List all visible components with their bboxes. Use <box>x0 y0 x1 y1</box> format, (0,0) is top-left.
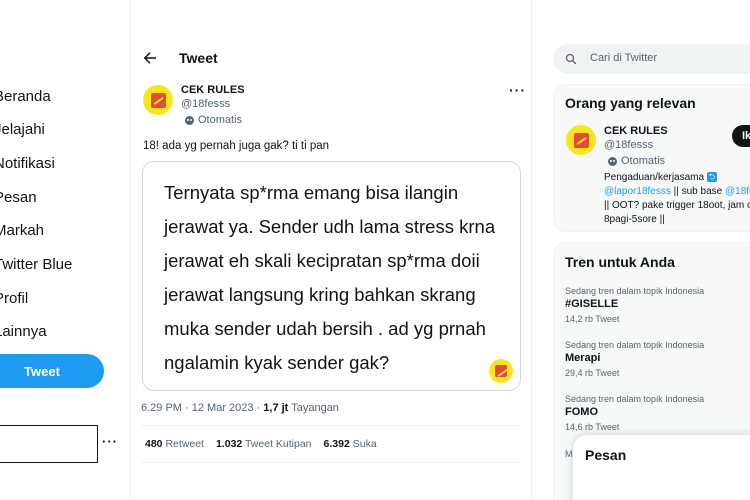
view-count: 1,7 jt <box>263 402 289 414</box>
more-options-icon[interactable]: ··· <box>509 82 526 98</box>
compose-tweet-button[interactable]: Tweet <box>0 354 104 388</box>
tweet-media[interactable]: Ternyata sp*rma emang bisa ilangin jeraw… <box>142 161 521 391</box>
trend-count: 14,6 rb Tweet <box>565 422 620 432</box>
nav-bookmarks[interactable]: Markah <box>0 222 44 239</box>
nav-messages[interactable]: Pesan <box>0 189 37 206</box>
back-arrow-icon[interactable] <box>141 49 159 67</box>
trend-context: Sedang tren dalam topik Indonesia <box>565 340 705 350</box>
automated-label: Otomatis <box>198 114 243 126</box>
author-avatar[interactable] <box>143 85 173 115</box>
search-icon <box>565 53 577 65</box>
trend-context: Sedang tren dalam topik Indonesia <box>565 286 705 296</box>
left-sidebar: Beranda Jelajahi Notifikasi Pesan Markah… <box>0 0 130 500</box>
search-input[interactable]: Cari di Twitter <box>590 52 657 64</box>
trend-count: 29,4 rb Tweet <box>565 368 620 378</box>
page-title: Tweet <box>179 50 218 66</box>
relevant-avatar[interactable] <box>566 125 596 155</box>
tweet-meta: 6.29 PM · 12 Mar 2023 · 1,7 jt Tayangan <box>141 402 339 414</box>
quote-stat[interactable]: 1.032 Tweet Kutipan <box>216 438 312 450</box>
trend-count: 14,2 rb Tweet <box>565 314 620 324</box>
retweet-stat[interactable]: 480 Retweet <box>145 438 204 450</box>
follow-button[interactable]: Ik <box>732 125 750 147</box>
search-box[interactable]: Cari di Twitter <box>553 44 750 74</box>
messages-title: Pesan <box>585 447 627 463</box>
relevant-people-panel: Orang yang relevan CEK RULES @18fesss Ot… <box>553 84 750 232</box>
divider <box>141 425 521 426</box>
media-text: Ternyata sp*rma emang bisa ilangin jeraw… <box>164 182 496 373</box>
relevant-name[interactable]: CEK RULES <box>604 125 668 137</box>
automated-badge: Otomatis <box>185 114 242 126</box>
view-label: Tayangan <box>288 402 339 414</box>
bio-link-lapor[interactable]: @lapor18fesss <box>604 186 671 197</box>
media-watermark-avatar <box>489 359 513 383</box>
messages-drawer[interactable]: Pesan <box>573 435 750 500</box>
nav-more[interactable]: Lainnya <box>0 323 47 340</box>
bot-icon <box>185 115 194 125</box>
trend-name[interactable]: #GISELLE <box>565 298 618 310</box>
relevant-automated-badge: Otomatis <box>608 155 665 167</box>
main-column: Tweet CEK RULES @18fesss Otomatis ··· 18… <box>130 0 532 500</box>
trend-context: Sedang tren dalam topik Indonesia <box>565 394 705 404</box>
account-more-icon[interactable]: ··· <box>102 434 118 449</box>
tweet-timestamp[interactable]: 6.29 PM · 12 Mar 2023 · <box>141 402 263 414</box>
author-name[interactable]: CEK RULES <box>181 84 245 96</box>
bio-link-base[interactable]: @18fe <box>725 186 750 197</box>
trend-name[interactable]: FOMO <box>565 406 598 418</box>
like-stat[interactable]: 6.392 Suka <box>324 438 377 450</box>
nav-home[interactable]: Beranda <box>0 88 51 105</box>
relevant-bio: Pengaduan/kerjasama ⮌ @lapor18fesss || s… <box>604 171 750 227</box>
account-switcher[interactable] <box>0 425 98 463</box>
nav-profile[interactable]: Profil <box>0 290 28 307</box>
tweet-text: 18! ada yg pernah juga gak? ti ti pan <box>143 140 330 152</box>
nav-explore[interactable]: Jelajahi <box>0 121 45 138</box>
divider <box>141 462 521 463</box>
trends-title: Tren untuk Anda <box>565 254 675 270</box>
arrow-icon: ⮌ <box>706 172 717 183</box>
bot-icon <box>608 156 617 166</box>
tweet-stats: 480 Retweet 1.032 Tweet Kutipan 6.392 Su… <box>145 438 377 450</box>
relevant-title: Orang yang relevan <box>565 95 696 111</box>
relevant-handle[interactable]: @18fesss <box>604 139 653 151</box>
author-handle[interactable]: @18fesss <box>181 98 230 110</box>
nav-notifications[interactable]: Notifikasi <box>0 155 55 172</box>
nav-twitter-blue[interactable]: Twitter Blue <box>0 256 72 273</box>
trend-name[interactable]: Merapi <box>565 352 600 364</box>
